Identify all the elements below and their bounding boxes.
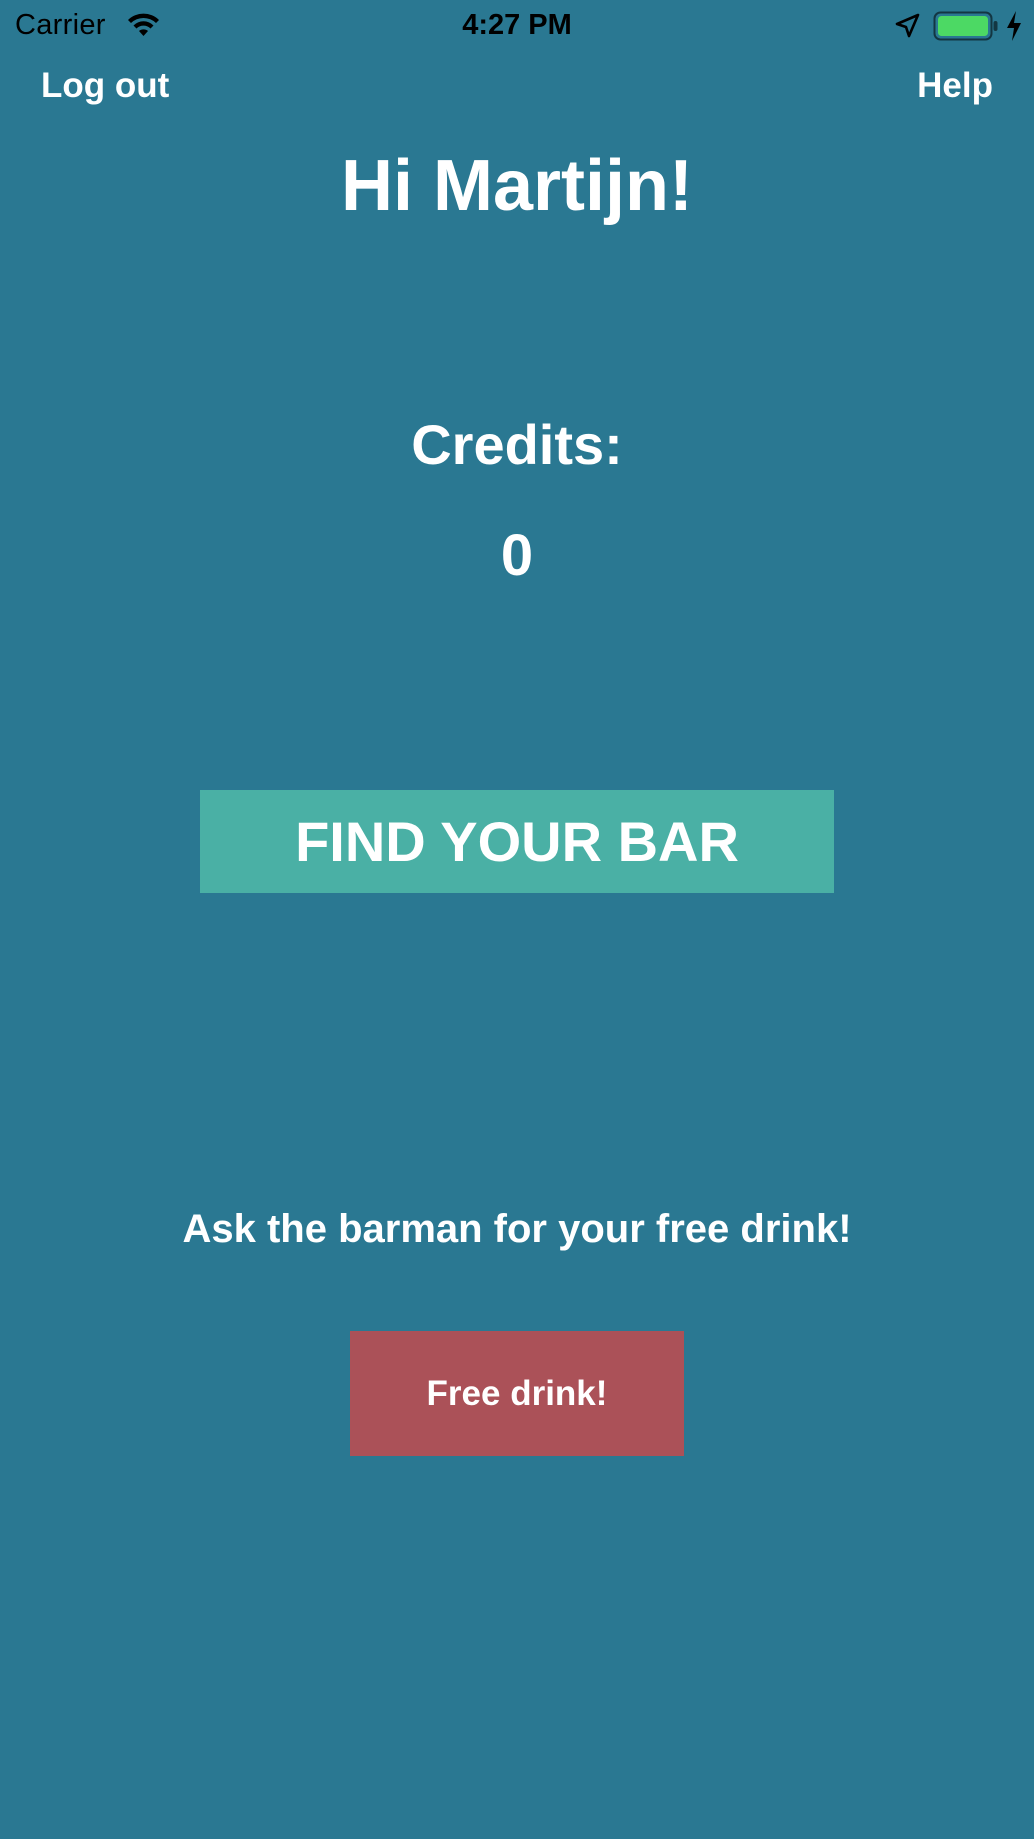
status-time: 4:27 PM	[462, 9, 572, 41]
find-your-bar-label: FIND YOUR BAR	[295, 810, 739, 873]
free-drink-button[interactable]: Free drink!	[350, 1331, 684, 1456]
charging-bolt-icon	[1007, 11, 1021, 41]
location-arrow-icon	[895, 13, 920, 38]
free-drink-message: Ask the barman for your free drink!	[182, 1207, 852, 1251]
status-bar: Carrier 4:27 PM	[0, 0, 1034, 52]
credits-value: 0	[500, 523, 534, 588]
credits-label: Credits:	[411, 413, 623, 476]
battery-icon	[933, 11, 998, 41]
logout-button[interactable]: Log out	[41, 66, 169, 106]
app-screen: Carrier 4:27 PM Log out Help Hi Martijn!…	[0, 0, 1034, 1839]
find-your-bar-button[interactable]: FIND YOUR BAR	[200, 790, 834, 893]
free-drink-label: Free drink!	[426, 1373, 608, 1413]
greeting-title: Hi Martijn!	[341, 146, 693, 226]
help-button[interactable]: Help	[917, 66, 993, 106]
